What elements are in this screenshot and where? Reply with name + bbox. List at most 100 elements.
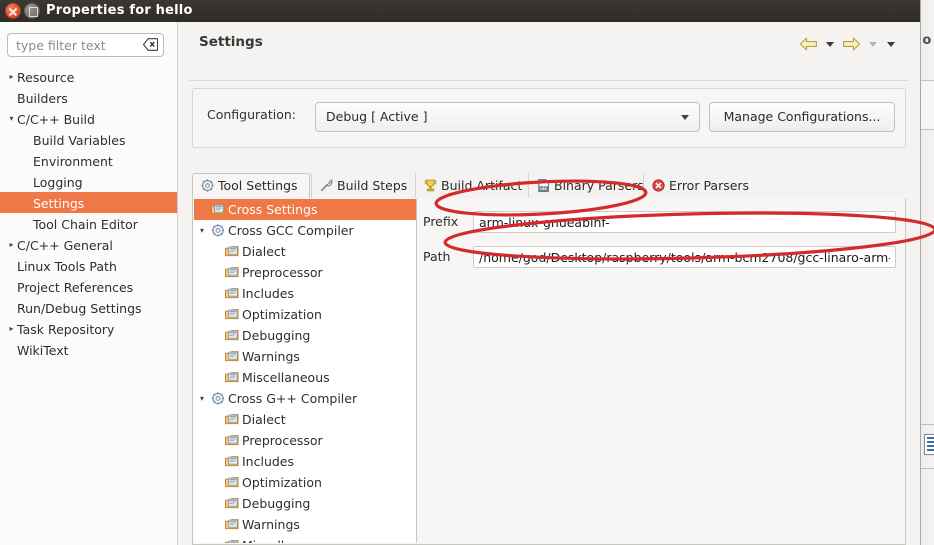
compiler-icon (210, 391, 228, 406)
tool-tree-item-label: Optimization (242, 307, 322, 322)
chevron-right-icon[interactable]: ▸ (6, 234, 17, 255)
tab-build-steps[interactable]: Build Steps (311, 173, 415, 198)
maximize-icon[interactable] (24, 3, 40, 19)
chevron-down-icon[interactable]: ▾ (6, 108, 17, 129)
build-artifact-icon (423, 178, 438, 193)
tool-tree-item-warnings[interactable]: Warnings (194, 514, 416, 535)
configuration-select[interactable]: Debug [ Active ] (315, 102, 700, 132)
sidebar-item-label: Settings (33, 196, 85, 211)
sidebar-item-linux-tools-path[interactable]: Linux Tools Path (0, 255, 177, 276)
sidebar-item-run-debug-settings[interactable]: Run/Debug Settings (0, 297, 177, 318)
tool-tree-item-includes[interactable]: Includes (194, 283, 416, 304)
tool-tree-item-label: Miscellaneous (242, 370, 330, 385)
path-input[interactable] (473, 246, 896, 268)
tool-tree-item-label: Dialect (242, 412, 286, 427)
tool-tree-item-optimization[interactable]: Optimization (194, 304, 416, 325)
tab-tool-settings[interactable]: Tool Settings (192, 173, 310, 198)
manage-configurations-label: Manage Configurations... (723, 109, 881, 124)
sidebar-item-label: C/C++ General (17, 238, 113, 253)
sidebar-item-task-repository[interactable]: ▸ Task Repository (0, 318, 177, 339)
build-steps-icon (319, 178, 334, 193)
clear-text-icon[interactable] (143, 38, 158, 51)
chevron-right-icon[interactable]: ▸ (6, 66, 17, 87)
chevron-right-icon[interactable]: ▸ (6, 318, 17, 339)
settings-page-icon (210, 202, 228, 217)
tool-tree[interactable]: Cross Settings ▾ Cross GCC Compiler Dialec… (194, 199, 417, 543)
manage-configurations-button[interactable]: Manage Configurations... (709, 102, 895, 132)
forward-history-chevron-down-icon (865, 34, 880, 54)
tool-tree-item-label: Cross G++ Compiler (228, 391, 358, 406)
settings-page-icon (224, 370, 242, 385)
sidebar-item-logging[interactable]: Logging (0, 171, 177, 192)
sidebar-item-label: Build Variables (33, 133, 126, 148)
settings-navigation-pane: ▸ResourceBuilders▾C/C++ Build Build Varia… (0, 22, 178, 545)
settings-page-pane: Settings Configuration: Debug [Active]… (178, 22, 920, 545)
properties-dialog: Properties for hello ▸ResourceBuilders▾C… (0, 0, 920, 545)
sidebar-item-c-c-build[interactable]: ▾ C/C++ Build (0, 108, 177, 129)
tool-tree-item-optimization[interactable]: Optimization (194, 472, 416, 493)
tab-label: Binary Parsers (554, 178, 644, 193)
chevron-down-icon[interactable]: ▾ (194, 220, 210, 241)
sidebar-item-project-references[interactable]: Project References (0, 276, 177, 297)
prefix-input[interactable] (473, 211, 896, 233)
tool-tree-item-dialect[interactable]: Dialect (194, 241, 416, 262)
sidebar-item-builders[interactable]: Builders (0, 87, 177, 108)
sidebar-item-build-variables[interactable]: Build Variables (0, 129, 177, 150)
tool-tree-item-dialect[interactable]: Dialect (194, 409, 416, 430)
tool-tree-item-cross-gcc-compiler[interactable]: ▾ Cross GCC Compiler (194, 220, 416, 241)
settings-page-icon (224, 286, 242, 301)
sidebar-item-resource[interactable]: ▸ Resource (0, 66, 177, 87)
header-divider (189, 80, 909, 81)
tool-tree-item-label: Warnings (242, 517, 300, 532)
tool-tree-item-miscellaneous[interactable]: Miscellaneous (194, 367, 416, 388)
sidebar-item-settings[interactable]: Settings (0, 192, 177, 213)
tool-tree-item-warnings[interactable]: Warnings (194, 346, 416, 367)
sidebar-item-tool-chain-editor[interactable]: Tool Chain Editor (0, 213, 177, 234)
sidebar-item-label: Project References (17, 280, 134, 295)
tool-tree-item-debugging[interactable]: Debugging (194, 325, 416, 346)
forward-arrow-icon[interactable] (840, 34, 862, 54)
sidebar-item-wikitext[interactable]: WikiText (0, 339, 177, 360)
dialog-titlebar: Properties for hello (0, 0, 920, 23)
sidebar-item-label: Logging (33, 175, 83, 190)
tool-tree-item-label: Preprocessor (242, 265, 323, 280)
sidebar-item-label: Tool Chain Editor (33, 217, 138, 232)
tab-binary-parsers[interactable]: 010 Binary Parsers (528, 173, 644, 198)
tab-build-artifact[interactable]: Build Artifact (415, 173, 528, 198)
tab-error-parsers[interactable]: Error Parsers (643, 173, 753, 198)
tool-tree-item-preprocessor[interactable]: Preprocessor (194, 430, 416, 451)
sidebar-item-label: C/C++ Build (17, 112, 95, 127)
chevron-down-icon[interactable]: ▾ (194, 388, 210, 409)
search-input[interactable] (7, 33, 164, 57)
sidebar-item-c-c-general[interactable]: ▸ C/C++ General (0, 234, 177, 255)
sidebar-item-label: Linux Tools Path (17, 259, 117, 274)
tool-tree-item-cross-g-compiler[interactable]: ▾ Cross G++ Compiler (194, 388, 416, 409)
tool-tree-item-label: Cross GCC Compiler (228, 223, 354, 238)
path-row: Path (417, 246, 896, 268)
back-history-chevron-down-icon[interactable] (822, 34, 837, 54)
sidebar-item-environment[interactable]: Environment (0, 150, 177, 171)
tool-tree-item-label: Debugging (242, 328, 311, 343)
page-overflow-chevron-down-icon[interactable] (883, 34, 898, 54)
tool-tree-item-label: Preprocessor (242, 433, 323, 448)
settings-page-icon (224, 454, 242, 469)
compiler-icon (210, 223, 228, 238)
tool-tree-item-includes[interactable]: Includes (194, 451, 416, 472)
tool-tree-item-cross-settings[interactable]: Cross Settings (194, 199, 416, 220)
tool-tree-item-preprocessor[interactable]: Preprocessor (194, 262, 416, 283)
close-icon[interactable] (5, 3, 21, 19)
tool-tree-item-miscellaneous[interactable]: Miscellaneous (194, 535, 416, 543)
settings-page-icon (224, 307, 242, 322)
settings-tree[interactable]: ▸ Resource Builders ▾ C/C++ Build Build Varia… (0, 66, 177, 545)
tool-tree-item-debugging[interactable]: Debugging (194, 493, 416, 514)
settings-page-icon (224, 349, 242, 364)
settings-page-icon (224, 433, 242, 448)
back-arrow-icon[interactable] (797, 34, 819, 54)
dialog-body: ▸ResourceBuilders▾C/C++ BuildBuild Varia… (0, 22, 920, 545)
settings-page-icon (224, 517, 242, 532)
